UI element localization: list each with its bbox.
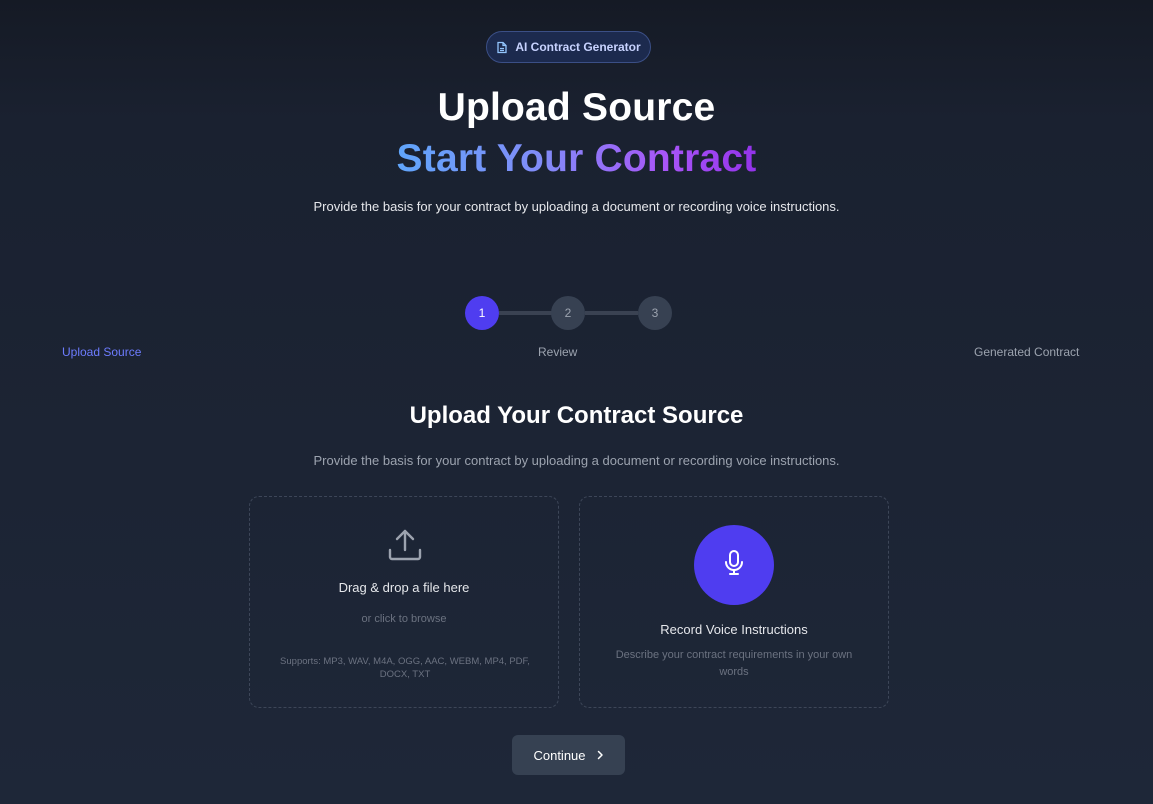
page-description: Provide the basis for your contract by u… xyxy=(313,199,840,214)
step-connector xyxy=(499,311,552,315)
voice-recording-card: Record Voice Instructions Describe your … xyxy=(579,496,889,708)
page-subtitle: Start Your Contract xyxy=(0,137,1153,181)
ai-contract-generator-badge: AI Contract Generator xyxy=(486,31,651,63)
step-3-indicator: 3 xyxy=(638,296,672,330)
page-title: Upload Source xyxy=(437,86,716,129)
step-connector xyxy=(585,311,638,315)
dropzone-title: Drag & drop a file here xyxy=(338,580,470,595)
step-1-indicator: 1 xyxy=(465,296,499,330)
step-2-label: Review xyxy=(538,345,578,359)
section-title: Upload Your Contract Source xyxy=(409,402,744,429)
continue-button[interactable]: Continue xyxy=(512,735,625,775)
voice-description: Describe your contract requirements in y… xyxy=(615,649,853,678)
step-3-label: Generated Contract xyxy=(974,345,1080,359)
upload-icon xyxy=(387,527,423,568)
voice-title: Record Voice Instructions xyxy=(660,622,808,637)
stepper: 1 2 3 xyxy=(465,296,672,330)
page-subtitle-text: Start Your Contract xyxy=(396,137,757,180)
document-icon xyxy=(496,41,508,54)
continue-label: Continue xyxy=(533,747,586,763)
chevron-right-icon xyxy=(596,748,604,763)
record-voice-button[interactable] xyxy=(694,525,774,605)
file-upload-dropzone[interactable]: Drag & drop a file here or click to brow… xyxy=(249,496,559,708)
microphone-icon xyxy=(723,549,745,582)
badge-label: AI Contract Generator xyxy=(515,40,641,54)
supported-formats: Supports: MP3, WAV, M4A, OGG, AAC, WEBM,… xyxy=(280,656,530,680)
step-2-indicator: 2 xyxy=(551,296,585,330)
section-description: Provide the basis for your contract by u… xyxy=(313,453,840,468)
browse-link[interactable]: or click to browse xyxy=(250,613,558,625)
step-1-label: Upload Source xyxy=(62,345,142,359)
